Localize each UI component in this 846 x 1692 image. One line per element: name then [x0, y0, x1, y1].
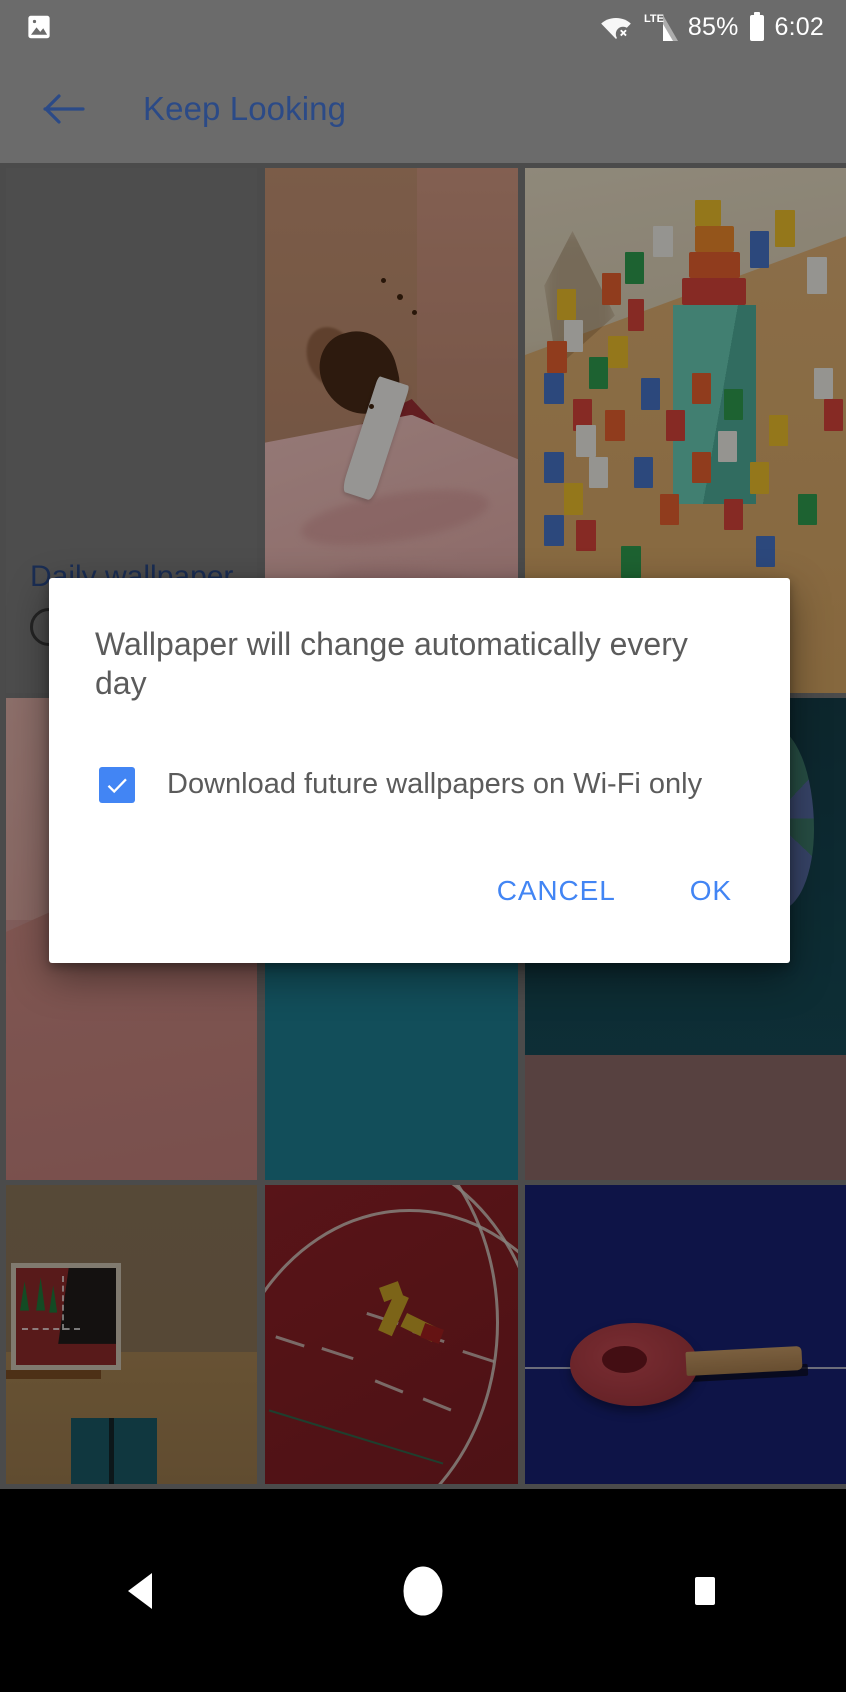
- cellular-signal-icon: LTE: [644, 13, 678, 41]
- status-bar: LTE 85% 6:02: [0, 0, 846, 54]
- daily-wallpaper-confirm-dialog: Wallpaper will change automatically ever…: [49, 578, 790, 963]
- back-triangle-icon: [128, 1572, 152, 1609]
- android-navigation-bar: [0, 1489, 846, 1692]
- recents-square-icon: [695, 1576, 715, 1605]
- status-bar-system-icons: LTE 85% 6:02: [600, 12, 846, 42]
- svg-text:LTE: LTE: [644, 13, 664, 25]
- nav-back-button[interactable]: [81, 1531, 201, 1651]
- dialog-message: Wallpaper will change automatically ever…: [95, 626, 688, 702]
- wifi-only-checkbox-label: Download future wallpapers on Wi-Fi only: [167, 768, 703, 801]
- battery-icon: [749, 12, 764, 41]
- home-circle-icon: [403, 1566, 443, 1615]
- page-title: Keep Looking: [143, 89, 347, 127]
- back-button[interactable]: [33, 78, 95, 140]
- ok-button[interactable]: OK: [668, 863, 754, 919]
- image-icon: [28, 15, 50, 39]
- phone-screen: Daily wallpaper Wallpaper will change au…: [0, 0, 846, 1692]
- wifi-only-checkbox-row[interactable]: Download future wallpapers on Wi-Fi only: [49, 704, 790, 803]
- nav-recents-button[interactable]: [645, 1531, 765, 1651]
- clock-label: 6:02: [774, 12, 824, 41]
- checkmark-icon: [107, 778, 127, 793]
- status-bar-notifications: [0, 12, 54, 42]
- battery-percent-label: 85%: [687, 12, 739, 41]
- nav-home-button[interactable]: [363, 1531, 483, 1651]
- wifi-disconnected-icon: [601, 17, 631, 41]
- wifi-only-checkbox[interactable]: [99, 766, 135, 803]
- dialog-action-bar: CANCEL OK: [49, 803, 790, 963]
- cancel-button[interactable]: CANCEL: [475, 863, 638, 919]
- app-toolbar: Keep Looking: [0, 54, 846, 163]
- back-arrow-icon: [43, 93, 85, 124]
